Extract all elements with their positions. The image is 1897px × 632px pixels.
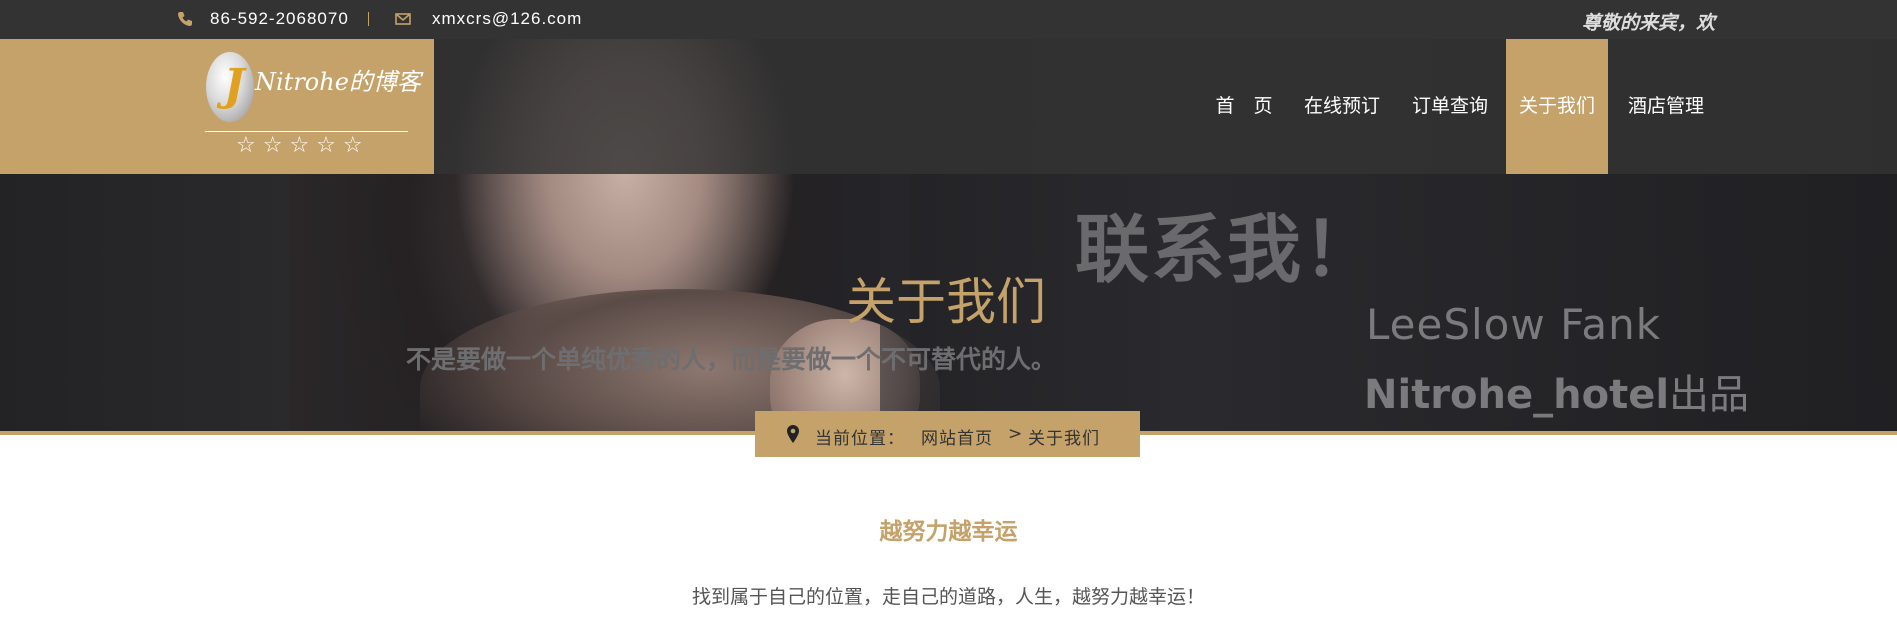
- hero-signature-author: LeeSlow Fank: [1366, 300, 1662, 349]
- nav-item-about-us[interactable]: 关于我们: [1506, 39, 1608, 174]
- envelope-icon: [395, 13, 411, 25]
- nav-item-order-query[interactable]: 订单查询: [1402, 39, 1498, 174]
- email-address[interactable]: xmxcrs@126.com: [432, 9, 582, 29]
- hero-signature-brand-suffix: 出品: [1669, 372, 1750, 418]
- section-title: 越努力越幸运: [879, 519, 1018, 545]
- nav-item-home[interactable]: 首 页: [1200, 39, 1288, 174]
- logo-letter: J: [223, 60, 245, 111]
- map-pin-icon: [787, 425, 799, 443]
- top-contact-bar: 86-592-2068070 xmxcrs@126.com 尊敬的来宾，欢: [0, 0, 1897, 39]
- phone-number: 86-592-2068070: [210, 9, 349, 28]
- breadcrumb-current: 关于我们: [1028, 429, 1100, 449]
- welcome-marquee-text: 尊敬的来宾，欢: [1582, 12, 1716, 32]
- breadcrumb-separator: >: [1008, 424, 1024, 444]
- phone-icon: [178, 12, 192, 26]
- star-icon: ☆☆☆☆☆: [236, 133, 370, 158]
- logo-brand-text: Nitrohe的博客: [255, 68, 421, 96]
- breadcrumb-home-link[interactable]: 网站首页: [921, 424, 993, 449]
- nav-item-online-booking[interactable]: 在线预订: [1294, 39, 1390, 174]
- section-description: 找到属于自己的位置，走自己的道路，人生，越努力越幸运！: [691, 586, 1205, 608]
- logo-underline: [205, 131, 408, 132]
- hero-contact-heading: 联系我！: [1075, 207, 1379, 293]
- hero-motto: 不是要做一个单纯优秀的人，而是要做一个不可替代的人。: [406, 345, 1057, 374]
- hero-signature-brand: Nitrohe_hotel出品: [1364, 362, 1749, 420]
- page: 86-592-2068070 xmxcrs@126.com 尊敬的来宾，欢 J …: [0, 0, 1897, 632]
- hero-signature-brand-bold: Nitrohe_hotel: [1364, 372, 1670, 418]
- breadcrumb: 当前位置： 网站首页 > 关于我们: [755, 411, 1140, 457]
- welcome-marquee: 尊敬的来宾，欢: [1560, 6, 1720, 32]
- nav-item-hotel-management[interactable]: 酒店管理: [1618, 39, 1714, 174]
- page-title: 关于我们: [846, 273, 1046, 331]
- divider: [368, 12, 369, 26]
- breadcrumb-prefix: 当前位置：: [815, 429, 905, 449]
